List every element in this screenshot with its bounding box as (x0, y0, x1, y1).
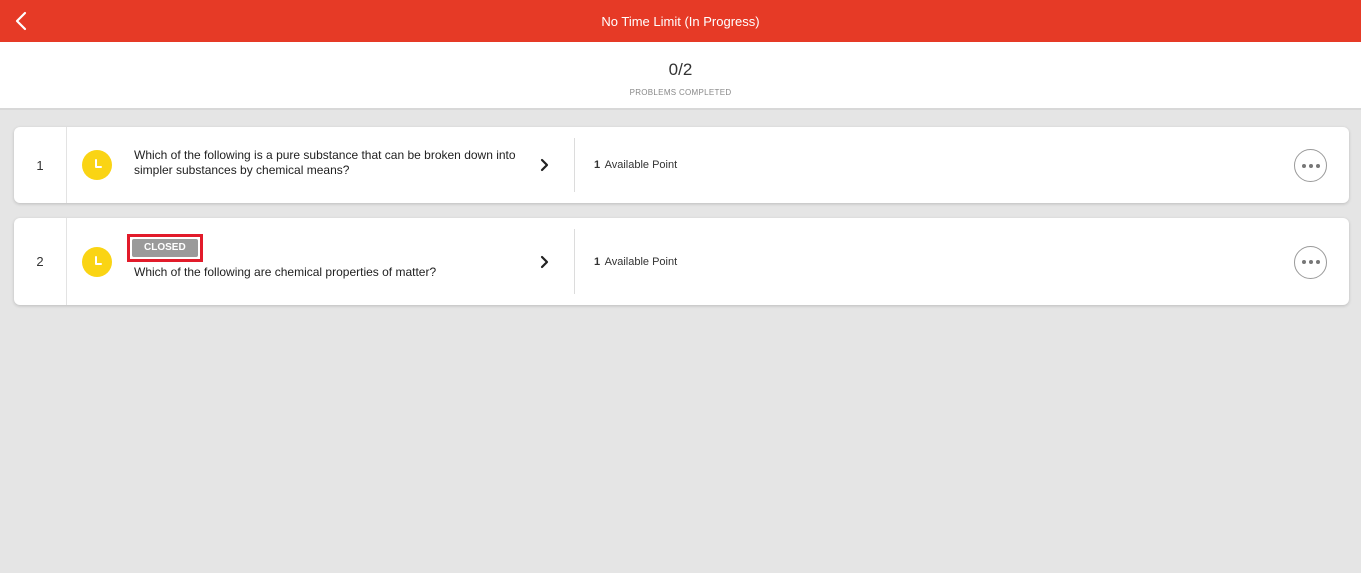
problem-card-2[interactable]: 2 CLOSED Which of the following are chem… (14, 218, 1349, 305)
chevron-right-icon (540, 158, 549, 172)
open-problem-button[interactable] (536, 156, 554, 174)
more-horizontal-icon (1300, 163, 1321, 168)
points-value: 1 (594, 255, 601, 268)
chevron-right-icon (540, 255, 549, 268)
points-label: Available Point (604, 255, 678, 268)
more-horizontal-icon (1300, 260, 1321, 264)
available-points: 1 Available Point (594, 158, 677, 172)
points-label: Available Point (604, 159, 678, 171)
question-area: Which of the following is a pure substan… (134, 148, 534, 178)
badge-highlight: CLOSED (127, 234, 203, 262)
more-options-button[interactable] (1294, 149, 1327, 182)
clock-icon (82, 150, 112, 180)
problems-completed-count: 0/2 (668, 60, 693, 79)
problem-card-1[interactable]: 1 Which of the following is a pure subst… (14, 127, 1349, 203)
column-divider (574, 229, 575, 294)
points-value: 1 (594, 159, 601, 171)
more-options-button[interactable] (1294, 245, 1327, 279)
problem-list: 1 Which of the following is a pure subst… (14, 127, 1349, 320)
question-text: Which of the following are chemical prop… (134, 265, 437, 279)
clock-icon (82, 246, 112, 277)
status-badge: CLOSED (132, 239, 198, 257)
page-title: No Time Limit (In Progress) (601, 14, 760, 29)
open-problem-button[interactable] (536, 253, 554, 271)
top-bar: No Time Limit (In Progress) (0, 0, 1361, 42)
progress-summary: 0/2 PROBLEMS COMPLETED (0, 42, 1361, 110)
available-points: 1 Available Point (594, 255, 677, 269)
problem-number: 2 (14, 218, 67, 305)
problem-number: 1 (14, 127, 67, 203)
column-divider (574, 138, 575, 192)
question-area: CLOSED Which of the following are chemic… (127, 234, 534, 280)
problems-completed-label: PROBLEMS COMPLETED (629, 88, 732, 97)
question-text: Which of the following is a pure substan… (134, 148, 516, 177)
